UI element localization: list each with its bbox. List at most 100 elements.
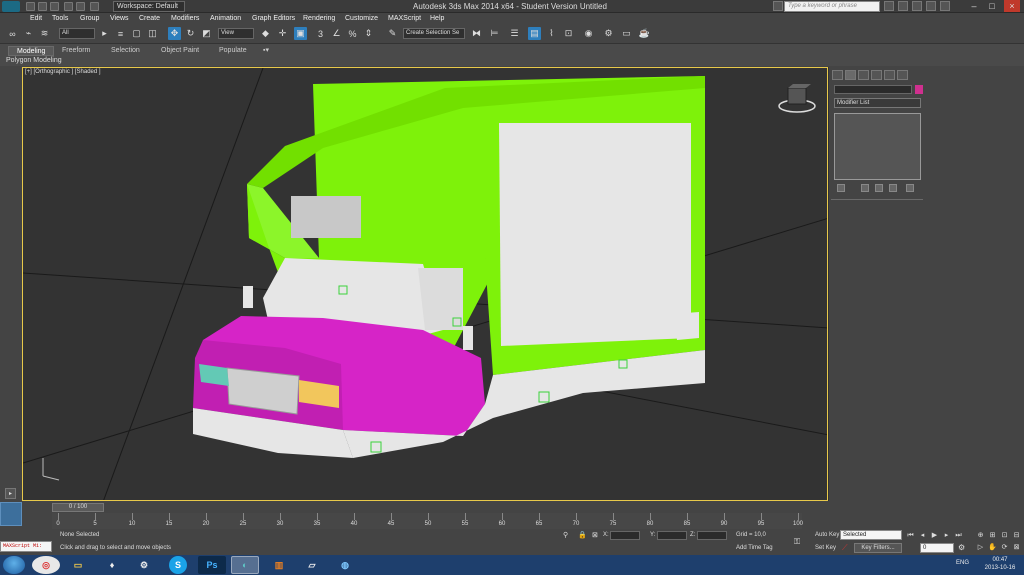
object-name-field[interactable] <box>834 85 912 94</box>
file-explorer-icon[interactable]: ▭ <box>64 556 92 574</box>
image-viewer-icon[interactable]: ▱ <box>298 556 326 574</box>
menu-group[interactable]: Group <box>80 14 99 23</box>
layer-manager-icon[interactable]: ☰ <box>508 27 521 40</box>
tab-modeling[interactable]: Modeling <box>8 46 55 56</box>
modify-tab-icon[interactable] <box>845 70 856 80</box>
pivot-center-icon[interactable]: ◆ <box>259 27 272 40</box>
steam-icon[interactable]: ⚙ <box>130 556 158 574</box>
menu-help[interactable]: Help <box>430 14 444 23</box>
previous-frame-icon[interactable]: ◂ <box>918 531 927 540</box>
schematic-view-icon[interactable]: ⊡ <box>562 27 575 40</box>
remove-modifier-icon[interactable] <box>889 184 897 192</box>
track-bar[interactable]: 0 5 10 15 20 25 30 35 40 45 50 55 60 65 70 75 80 85 90 95 10… <box>52 513 803 529</box>
scene-canvas[interactable] <box>23 68 828 501</box>
menu-edit[interactable]: Edit <box>30 14 42 23</box>
zoom-all-icon[interactable]: ⊞ <box>988 531 997 540</box>
select-scale-icon[interactable]: ◩ <box>200 27 213 40</box>
tab-selection[interactable]: Selection <box>103 46 148 56</box>
mini-curve-editor-button[interactable] <box>0 502 22 526</box>
project-folder-icon[interactable] <box>90 2 99 11</box>
next-frame-icon[interactable]: ▸ <box>942 531 951 540</box>
orbit-icon[interactable]: ⟳ <box>1000 543 1009 552</box>
material-editor-icon[interactable]: ◉ <box>582 27 595 40</box>
menu-views[interactable]: Views <box>110 14 129 23</box>
start-button[interactable] <box>3 556 25 574</box>
go-to-end-icon[interactable]: ⏭ <box>954 531 963 540</box>
select-move-icon[interactable]: ✥ <box>168 27 181 40</box>
named-selection-set-select[interactable]: Create Selection Se <box>403 28 465 39</box>
time-slider-thumb[interactable]: 0 / 100 <box>52 503 104 512</box>
isolate-selection-icon[interactable]: ⚲ <box>563 531 568 539</box>
subscription-icon[interactable] <box>898 1 908 11</box>
mirror-icon[interactable]: ⧓ <box>470 27 483 40</box>
display-tab-icon[interactable] <box>884 70 895 80</box>
language-indicator[interactable]: ENG <box>956 560 969 566</box>
curve-editor-icon[interactable]: ⌇ <box>545 27 558 40</box>
pan-view-icon[interactable]: ✋ <box>988 543 997 552</box>
create-tab-icon[interactable] <box>832 70 843 80</box>
save-file-icon[interactable] <box>50 2 59 11</box>
communication-icon[interactable] <box>912 1 922 11</box>
align-icon[interactable]: ⊨ <box>488 27 501 40</box>
menu-animation[interactable]: Animation <box>210 14 241 23</box>
minimize-button[interactable]: – <box>966 0 982 12</box>
set-keys-icon[interactable]: ⚿ <box>794 537 810 547</box>
menu-customize[interactable]: Customize <box>345 14 378 23</box>
viewport-label[interactable]: [+] [Orthographic ] [Shaded ] <box>25 69 101 75</box>
media-player-icon[interactable]: ♦ <box>98 556 126 574</box>
object-color-swatch[interactable] <box>915 85 923 94</box>
render-production-icon[interactable]: ☕ <box>638 27 651 40</box>
menu-create[interactable]: Create <box>139 14 160 23</box>
configure-modifier-sets-icon[interactable] <box>906 184 914 192</box>
open-file-icon[interactable] <box>38 2 47 11</box>
graphite-ribbon-icon[interactable]: ▤ <box>528 27 541 40</box>
close-button[interactable]: × <box>1004 0 1020 12</box>
expand-viewport-icon[interactable]: ▸ <box>5 488 16 499</box>
modifier-list-select[interactable]: Modifier List <box>834 98 921 108</box>
search-icon[interactable] <box>884 1 894 11</box>
ribbon-options-icon[interactable]: ▪▾ <box>255 46 277 56</box>
undo-icon[interactable] <box>64 2 73 11</box>
maximize-viewport-icon[interactable]: ⊠ <box>1012 543 1021 552</box>
new-scene-icon[interactable] <box>26 2 35 11</box>
select-manipulate-icon[interactable]: ✛ <box>276 27 289 40</box>
selection-lock-icon[interactable]: 🔒 <box>578 531 587 539</box>
help-search-input[interactable]: Type a keyword or phrase <box>784 1 880 12</box>
window-crossing-icon[interactable]: ◫ <box>146 27 159 40</box>
redo-icon[interactable] <box>76 2 85 11</box>
spinner-snap-icon[interactable]: ⇕ <box>362 27 375 40</box>
help-icon[interactable] <box>940 1 950 11</box>
link-icon[interactable]: ∞ <box>6 27 19 40</box>
angle-snap-icon[interactable]: ∠ <box>330 27 343 40</box>
z-coordinate-field[interactable] <box>697 531 727 540</box>
motion-tab-icon[interactable] <box>871 70 882 80</box>
select-rotate-icon[interactable]: ↻ <box>184 27 197 40</box>
select-by-name-icon[interactable]: ≡ <box>114 27 127 40</box>
rectangle-selection-icon[interactable]: ▢ <box>130 27 143 40</box>
zoom-extents-all-icon[interactable]: ⊟ <box>1012 531 1021 540</box>
show-end-result-icon[interactable] <box>861 184 869 192</box>
unlink-icon[interactable]: ⌁ <box>22 27 35 40</box>
bind-space-warp-icon[interactable]: ≋ <box>38 27 51 40</box>
hierarchy-tab-icon[interactable] <box>858 70 869 80</box>
3ds-max-taskbar-icon[interactable]: ◐ <box>231 556 259 574</box>
field-of-view-icon[interactable]: ▷ <box>976 543 985 552</box>
chrome-icon[interactable]: ◎ <box>32 556 60 574</box>
workspace-select[interactable]: Workspace: Default <box>113 1 185 12</box>
key-filters-button[interactable]: Key Filters... <box>854 543 902 553</box>
go-to-start-icon[interactable]: ⏮ <box>906 531 915 540</box>
selection-filter-select[interactable]: All <box>59 28 95 39</box>
tab-object-paint[interactable]: Object Paint <box>153 46 207 56</box>
utilities-tab-icon[interactable] <box>897 70 908 80</box>
time-configuration-icon[interactable]: ⚙ <box>958 543 965 552</box>
auto-key-button[interactable]: Auto Key <box>815 532 839 538</box>
x-coordinate-field[interactable] <box>610 531 640 540</box>
modifier-stack[interactable] <box>834 113 921 180</box>
app-menu-icon[interactable] <box>2 1 20 12</box>
ribbon-panel-label[interactable]: Polygon Modeling <box>6 56 62 65</box>
key-mode-select[interactable]: Selected <box>840 530 902 540</box>
snaps-toggle-icon[interactable]: 3 <box>314 27 327 40</box>
system-clock[interactable]: 00:47 2013-10-16 <box>980 556 1020 572</box>
y-coordinate-field[interactable] <box>657 531 687 540</box>
reference-coordinate-select[interactable]: View <box>218 28 254 39</box>
